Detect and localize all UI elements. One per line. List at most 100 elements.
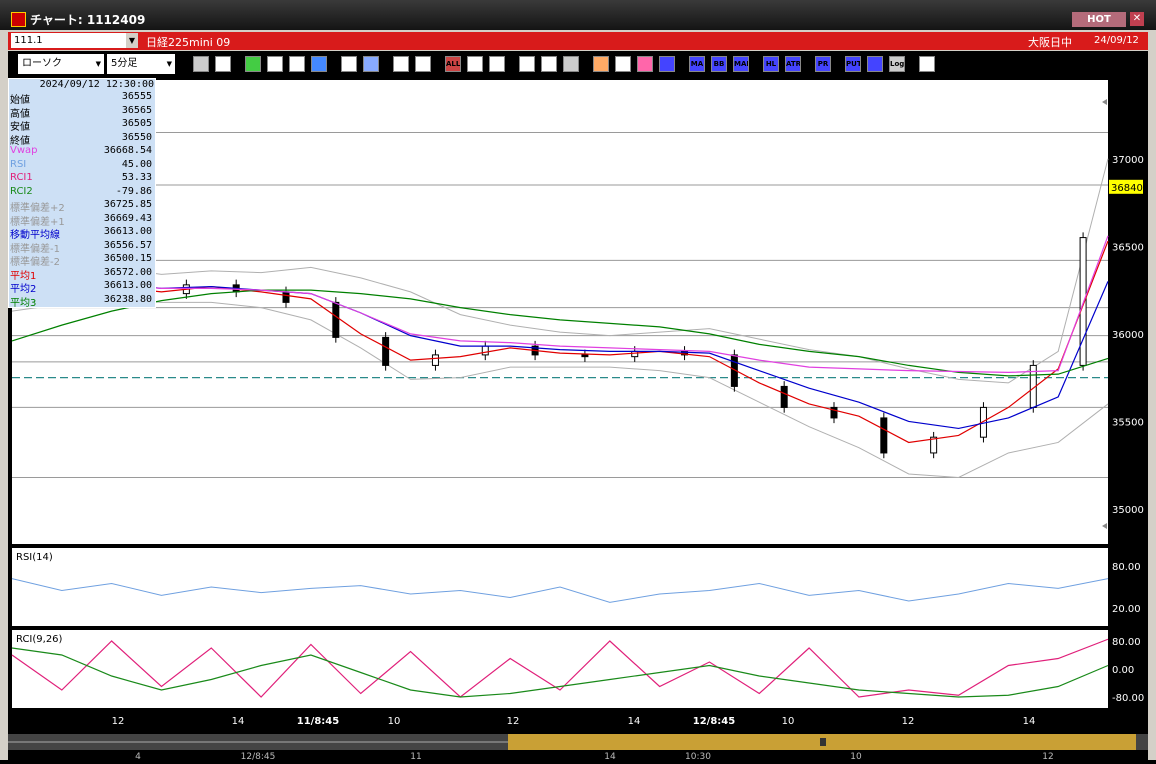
- price-tick-label: 36000: [1112, 330, 1144, 341]
- symbol-code-input[interactable]: 111.1: [11, 33, 126, 48]
- candle-body: [780, 385, 788, 408]
- x-tick-label: 12: [507, 716, 520, 727]
- info-value: 36556.57: [103, 239, 152, 251]
- overview-tick-label: 12: [1042, 752, 1053, 760]
- x-tick-label: 14: [232, 716, 245, 727]
- strip-icon[interactable]: [541, 56, 557, 72]
- close-button[interactable]: ✕: [1130, 12, 1144, 26]
- interval-select[interactable]: 5分足 ▼: [107, 54, 175, 74]
- overview-handle-icon: [820, 738, 826, 746]
- flag-icon[interactable]: [563, 56, 579, 72]
- candle-body: [431, 354, 439, 366]
- price-tick-label: 35000: [1112, 505, 1144, 516]
- cursor-icon[interactable]: [289, 56, 305, 72]
- price-pane: [12, 80, 1108, 544]
- symbol-dropdown-button[interactable]: ▼: [126, 33, 138, 48]
- zoom-icon[interactable]: [193, 56, 209, 72]
- rci-tick-label: 80.00: [1112, 637, 1141, 648]
- info-value: 45.00: [121, 158, 152, 170]
- line-tool-icon[interactable]: [267, 56, 283, 72]
- price-axis: [1108, 78, 1148, 732]
- x-tick-label: 12: [902, 716, 915, 727]
- pr-icon[interactable]: PR: [815, 56, 831, 72]
- overview-tick-label: 11: [410, 752, 421, 760]
- chart-type-select[interactable]: ローソク ▼: [18, 54, 104, 74]
- trash-icon[interactable]: [363, 56, 379, 72]
- palette-icon[interactable]: [637, 56, 653, 72]
- arrow-icon[interactable]: [311, 56, 327, 72]
- wrench-icon[interactable]: [615, 56, 631, 72]
- symbol-name: 日経225mini 09: [146, 36, 231, 49]
- crosshair-icon[interactable]: [215, 56, 231, 72]
- atr-icon[interactable]: ATR: [785, 56, 801, 72]
- marker-icon[interactable]: [467, 56, 483, 72]
- chevron-down-icon: ▼: [166, 60, 172, 68]
- overview-tick-label: 10:30: [685, 752, 711, 760]
- put-icon-label: PUT: [846, 60, 861, 68]
- info-value: 36505: [121, 118, 152, 129]
- hl-icon[interactable]: HL: [763, 56, 779, 72]
- overview-tick-label: 12/8:45: [241, 752, 276, 760]
- log-icon[interactable]: Log: [889, 56, 905, 72]
- mae-icon-label: MAE: [734, 60, 748, 68]
- candle-icon[interactable]: [393, 56, 409, 72]
- overview-tick-label: 14: [604, 752, 616, 760]
- candle-body: [880, 417, 888, 454]
- candle-body: [1079, 237, 1087, 366]
- info-value: 36725.85: [103, 199, 152, 210]
- bb-icon-label: BB: [713, 60, 725, 68]
- info-value: 36669.43: [103, 212, 152, 224]
- title-bar[interactable]: チャート: 1112409 HOT ✕: [0, 0, 1156, 30]
- hl-icon-label: HL: [765, 60, 777, 68]
- chart-area[interactable]: 37000 36500 36000 35500 35000 36840 RSI(14) 80.…: [8, 78, 1148, 732]
- x-tick-label: 12/8:45: [693, 716, 735, 727]
- info-value: -79.86: [115, 185, 152, 197]
- overview-tick-label: 4: [135, 752, 141, 760]
- overview-bar[interactable]: 4 12/8:45 11 14 10:30 10 12: [8, 732, 1148, 762]
- box-icon[interactable]: [867, 56, 883, 72]
- pencil-icon[interactable]: [245, 56, 261, 72]
- window-title: チャート: 1112409: [30, 13, 146, 27]
- info-value: 36668.54: [103, 145, 152, 156]
- candle-body: [332, 301, 340, 338]
- info-value: 53.33: [121, 172, 152, 183]
- info-value: 36555: [121, 91, 152, 102]
- info-value: 36613.00: [103, 226, 152, 237]
- price-tick-label: 37000: [1112, 155, 1144, 166]
- x-tick-label: 12: [112, 716, 125, 727]
- toolbar: ローソク ▼ 5分足 ▼ ALL MA BB MAE HL ATR PR PUT Log: [8, 51, 1148, 78]
- mae-icon[interactable]: MAE: [733, 56, 749, 72]
- rci-label: RCI(9,26): [16, 634, 63, 645]
- info-value: 36500.15: [103, 253, 152, 264]
- candle-body: [282, 291, 290, 303]
- chevron-down-icon: ▼: [95, 60, 101, 68]
- data-info-panel: 2024/09/12 12:30:00 始値 36555 高値 36565 安値 3650…: [8, 78, 156, 309]
- price-tick-label: 35500: [1112, 417, 1144, 428]
- last-price-label: 36840: [1111, 183, 1143, 194]
- export-icon[interactable]: [919, 56, 935, 72]
- chart-type-value: ローソク: [22, 58, 62, 69]
- price-tick-label: 36500: [1112, 242, 1144, 253]
- date-label: 24/09/12: [1094, 35, 1139, 46]
- x-tick-label: 10: [782, 716, 795, 727]
- candle-body: [382, 336, 390, 366]
- ma-icon[interactable]: MA: [689, 56, 705, 72]
- search-chart-icon[interactable]: [489, 56, 505, 72]
- rci-tick-label: 0.00: [1112, 665, 1134, 676]
- info-label: RCI1: [10, 172, 33, 183]
- bar-icon[interactable]: [519, 56, 535, 72]
- info-value: 36572.00: [103, 266, 152, 278]
- symbol-bar: 111.1 ▼ 日経225mini 09 大阪日中 24/09/12: [8, 32, 1148, 50]
- market-status: 大阪日中: [1028, 36, 1072, 49]
- candle2-icon[interactable]: [415, 56, 431, 72]
- settings-icon[interactable]: [593, 56, 609, 72]
- info-label: RSI: [10, 158, 27, 170]
- rsi-label: RSI(14): [16, 552, 53, 563]
- all-icon[interactable]: ALL: [445, 56, 461, 72]
- rsi-toggle-icon[interactable]: [659, 56, 675, 72]
- x-tick-label: 14: [628, 716, 641, 727]
- hot-button[interactable]: HOT: [1072, 12, 1126, 27]
- put-icon[interactable]: PUT: [845, 56, 861, 72]
- list-icon[interactable]: [341, 56, 357, 72]
- bb-icon[interactable]: BB: [711, 56, 727, 72]
